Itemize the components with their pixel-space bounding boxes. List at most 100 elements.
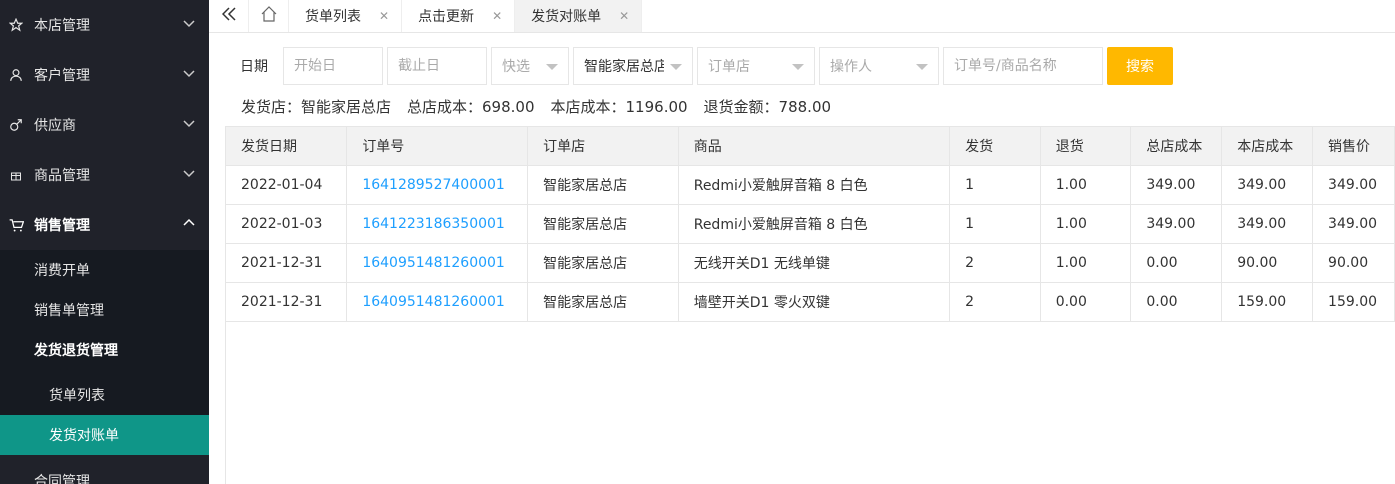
operator-select-value: 操作人 [830, 59, 872, 75]
summary-bar: 发货店：智能家居总店 总店成本：698.00 本店成本：1196.00 退货金额… [241, 96, 831, 117]
sub-sub-item-order-list[interactable]: 货单列表 [0, 375, 209, 415]
close-icon[interactable]: ✕ [619, 9, 629, 23]
sales-submenu: 消费开单 销售单管理 发货退货管理 货单列表 发货对账单 [0, 250, 209, 455]
close-icon[interactable]: ✕ [492, 9, 502, 23]
cell-returned: 1.00 [1040, 165, 1132, 205]
cell-ship-date: 2021-12-31 [226, 243, 348, 283]
sidebar: 本店管理 客户管理 供应商 商品管理 销售管理 消费开单 销售单管理 发货退货管… [0, 0, 209, 484]
star-icon [8, 17, 24, 33]
menu-contract-management[interactable]: 合同管理 [0, 455, 209, 484]
hq-cost-summary: 总店成本：698.00 [407, 98, 535, 116]
user-icon [8, 67, 24, 83]
start-date-field[interactable] [283, 47, 383, 85]
table-row: 2021-12-31 1640951481260001 智能家居总店 无线开关D… [226, 243, 1395, 283]
order-number-link[interactable]: 1640951481260001 [346, 243, 529, 283]
date-label: 日期 [240, 59, 268, 75]
cell-hq-cost: 0.00 [1130, 282, 1223, 322]
store-select[interactable]: 智能家居总店 [573, 47, 693, 85]
collapse-sidebar-button[interactable] [209, 0, 249, 32]
keyword-input[interactable] [954, 48, 1102, 84]
tab-home[interactable] [249, 0, 289, 32]
quick-select[interactable]: 快选 [491, 47, 569, 85]
statement-table: 发货日期 订单号 订单店 商品 发货 退货 总店成本 本店成本 销售价 2022… [226, 126, 1395, 322]
cell-ship-date: 2021-12-31 [226, 282, 348, 322]
cell-hq-cost: 349.00 [1130, 165, 1223, 205]
caret-down-icon [546, 64, 558, 70]
col-hq-cost: 总店成本 [1130, 126, 1223, 166]
cell-order-store: 智能家居总店 [527, 282, 679, 322]
menu-label: 商品管理 [34, 168, 90, 184]
cell-sale-price: 159.00 [1312, 282, 1395, 322]
cell-store-cost: 159.00 [1221, 282, 1314, 322]
cell-sale-price: 349.00 [1312, 204, 1395, 244]
order-store-select[interactable]: 订单店 [697, 47, 815, 85]
end-date-input[interactable] [398, 48, 486, 84]
table-header-row: 发货日期 订单号 订单店 商品 发货 退货 总店成本 本店成本 销售价 [226, 126, 1395, 166]
keyword-field[interactable] [943, 47, 1103, 85]
menu-label: 供应商 [34, 118, 76, 134]
order-number-link[interactable]: 1641223186350001 [346, 204, 529, 244]
tab-label: 货单列表 [305, 9, 361, 25]
home-icon [261, 6, 277, 26]
close-icon[interactable]: ✕ [379, 9, 389, 23]
menu-label: 销售管理 [34, 218, 90, 234]
cart-icon [8, 217, 24, 233]
chevron-down-icon [183, 117, 195, 133]
gift-icon [8, 167, 24, 183]
statement-table-wrap: 发货日期 订单号 订单店 商品 发货 退货 总店成本 本店成本 销售价 2022… [225, 126, 1395, 484]
start-date-input[interactable] [294, 48, 382, 84]
cell-sale-price: 349.00 [1312, 165, 1395, 205]
order-number-link[interactable]: 1640951481260001 [346, 282, 529, 322]
caret-down-icon [792, 64, 804, 70]
cell-store-cost: 349.00 [1221, 165, 1314, 205]
male-icon [8, 117, 24, 133]
sub-item-ship-return[interactable]: 发货退货管理 [0, 330, 209, 370]
table-row: 2021-12-31 1640951481260001 智能家居总店 墙壁开关D… [226, 282, 1395, 322]
menu-product-management[interactable]: 商品管理 [0, 150, 209, 200]
cell-shipped: 2 [949, 243, 1041, 283]
end-date-field[interactable] [387, 47, 487, 85]
tab-ship-statement[interactable]: 发货对账单 ✕ [515, 0, 643, 32]
cell-shipped: 1 [949, 204, 1041, 244]
tab-label: 发货对账单 [531, 9, 602, 25]
chevron-down-icon [183, 167, 195, 183]
cell-ship-date: 2022-01-04 [226, 165, 348, 205]
menu-supplier[interactable]: 供应商 [0, 100, 209, 150]
cell-product: Redmi小爱触屏音箱 8 白色 [678, 204, 951, 244]
store-cost-summary: 本店成本：1196.00 [550, 98, 688, 116]
caret-down-icon [670, 64, 682, 70]
menu-sales-management[interactable]: 销售管理 [0, 200, 209, 250]
cell-hq-cost: 0.00 [1130, 243, 1223, 283]
menu-label: 本店管理 [34, 18, 90, 34]
cell-shipped: 2 [949, 282, 1041, 322]
order-number-link[interactable]: 1641289527400001 [346, 165, 529, 205]
search-button[interactable]: 搜索 [1107, 47, 1173, 85]
cell-order-store: 智能家居总店 [527, 165, 679, 205]
tab-order-list[interactable]: 货单列表 ✕ [289, 0, 403, 32]
operator-select[interactable]: 操作人 [819, 47, 939, 85]
col-product: 商品 [678, 126, 951, 166]
chevron-down-icon [183, 17, 195, 33]
menu-store-management[interactable]: 本店管理 [0, 0, 209, 50]
cell-returned: 1.00 [1040, 243, 1132, 283]
col-returned: 退货 [1040, 126, 1132, 166]
cell-returned: 1.00 [1040, 204, 1132, 244]
col-order-no: 订单号 [346, 126, 529, 166]
filter-bar: 日期 快选 智能家居总店 订单店 操作人 搜索 [225, 47, 1173, 85]
tab-refresh[interactable]: 点击更新 ✕ [402, 0, 516, 32]
order-store-select-value: 订单店 [708, 59, 750, 75]
sub-item-sales-order[interactable]: 销售单管理 [0, 290, 209, 330]
sub-item-consume-order[interactable]: 消费开单 [0, 250, 209, 290]
cell-store-cost: 90.00 [1221, 243, 1314, 283]
cell-store-cost: 349.00 [1221, 204, 1314, 244]
cell-order-store: 智能家居总店 [527, 243, 679, 283]
table-row: 2022-01-04 1641289527400001 智能家居总店 Redmi… [226, 165, 1395, 205]
chevron-up-icon [183, 217, 195, 233]
tab-bar: 货单列表 ✕ 点击更新 ✕ 发货对账单 ✕ [209, 0, 1395, 33]
cell-shipped: 1 [949, 165, 1041, 205]
refund-summary: 退货金额：788.00 [703, 98, 832, 116]
quick-select-value: 快选 [502, 59, 530, 75]
menu-customer-management[interactable]: 客户管理 [0, 50, 209, 100]
sub-sub-item-ship-statement[interactable]: 发货对账单 [0, 415, 209, 455]
cell-product: 无线开关D1 无线单键 [678, 243, 951, 283]
